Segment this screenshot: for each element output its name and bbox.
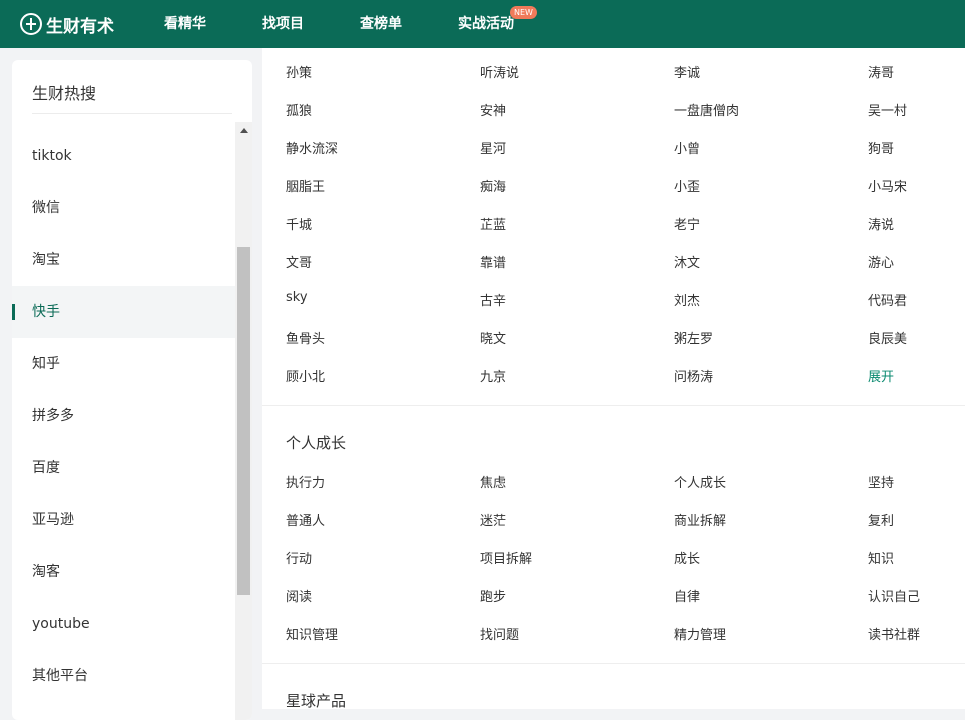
nav-item-featured[interactable]: 看精华: [164, 0, 206, 48]
person-tag[interactable]: 老宁: [674, 214, 700, 233]
growth-tag[interactable]: 项目拆解: [480, 548, 532, 567]
person-tag[interactable]: 游心: [868, 252, 894, 271]
nav-item-rankings[interactable]: 查榜单: [360, 0, 402, 48]
new-badge: NEW: [510, 6, 537, 19]
person-tag[interactable]: 代码君: [868, 290, 907, 309]
growth-tag[interactable]: 精力管理: [674, 624, 726, 643]
sidebar-item-zhihu[interactable]: 知乎: [12, 338, 235, 390]
growth-tag[interactable]: 坚持: [868, 472, 894, 491]
growth-tag[interactable]: 迷茫: [480, 510, 506, 529]
person-tag[interactable]: 星河: [480, 138, 506, 157]
growth-tag[interactable]: 普通人: [286, 510, 325, 529]
person-tag[interactable]: 问杨涛: [674, 366, 713, 385]
top-nav-bar: 生财有术 看精华 找项目 查榜单 实战活动 NEW: [0, 0, 965, 48]
section-divider: [262, 405, 965, 406]
growth-tag[interactable]: 行动: [286, 548, 312, 567]
scroll-up-arrow-icon[interactable]: [240, 128, 248, 133]
person-tag[interactable]: sky: [286, 290, 308, 305]
growth-tag[interactable]: 找问题: [480, 624, 519, 643]
person-tag[interactable]: 顾小北: [286, 366, 325, 385]
sidebar-item-wechat[interactable]: 微信: [12, 182, 235, 234]
hot-search-sidebar: 生财热搜 tiktok 微信 淘宝 快手 知乎 拼多多 百度 亚马逊 淘客 yo…: [12, 60, 252, 720]
growth-tag[interactable]: 商业拆解: [674, 510, 726, 529]
person-tag[interactable]: 千城: [286, 214, 312, 233]
person-tag[interactable]: 听涛说: [480, 62, 519, 81]
growth-tag[interactable]: 跑步: [480, 586, 506, 605]
growth-tag[interactable]: 焦虑: [480, 472, 506, 491]
expand-link[interactable]: 展开: [868, 366, 894, 385]
growth-tag[interactable]: 执行力: [286, 472, 325, 491]
nav-item-activities[interactable]: 实战活动: [458, 0, 514, 48]
person-tag[interactable]: 晓文: [480, 328, 506, 347]
sidebar-item-tiktok[interactable]: tiktok: [12, 130, 235, 182]
logo[interactable]: 生财有术: [20, 12, 114, 37]
person-tag[interactable]: 李诚: [674, 62, 700, 81]
person-tag[interactable]: 孤狼: [286, 100, 312, 119]
logo-text: 生财有术: [46, 16, 114, 37]
person-tag[interactable]: 静水流深: [286, 138, 338, 157]
person-tag[interactable]: 孙策: [286, 62, 312, 81]
growth-tag[interactable]: 复利: [868, 510, 894, 529]
person-tag[interactable]: 芷蓝: [480, 214, 506, 233]
sidebar-scrollbar[interactable]: [235, 122, 252, 720]
sidebar-item-kuaishou[interactable]: 快手: [12, 286, 235, 338]
person-tag[interactable]: 小歪: [674, 176, 700, 195]
growth-tag[interactable]: 阅读: [286, 586, 312, 605]
person-tag[interactable]: 涛哥: [868, 62, 894, 81]
sidebar-divider: [32, 113, 232, 114]
sidebar-list: tiktok 微信 淘宝 快手 知乎 拼多多 百度 亚马逊 淘客 youtube…: [12, 130, 235, 702]
logo-icon: [20, 13, 42, 35]
nav-item-projects[interactable]: 找项目: [262, 0, 304, 48]
growth-tag[interactable]: 个人成长: [674, 472, 726, 491]
section-title-growth: 个人成长: [286, 434, 347, 452]
growth-tag[interactable]: 读书社群: [868, 624, 920, 643]
person-tag[interactable]: 痴海: [480, 176, 506, 195]
growth-tag[interactable]: 成长: [674, 548, 700, 567]
person-tag[interactable]: 沐文: [674, 252, 700, 271]
person-tag[interactable]: 安神: [480, 100, 506, 119]
person-tag[interactable]: 刘杰: [674, 290, 700, 309]
growth-tag[interactable]: 知识管理: [286, 624, 338, 643]
person-tag[interactable]: 靠谱: [480, 252, 506, 271]
sidebar-title: 生财热搜: [32, 84, 97, 103]
growth-tag[interactable]: 认识自己: [868, 586, 920, 605]
person-tag[interactable]: 粥左罗: [674, 328, 713, 347]
growth-tag[interactable]: 自律: [674, 586, 700, 605]
person-tag[interactable]: 古辛: [480, 290, 506, 309]
growth-tag[interactable]: 知识: [868, 548, 894, 567]
person-tag[interactable]: 胭脂王: [286, 176, 325, 195]
section-divider: [262, 663, 965, 664]
person-tag[interactable]: 良辰美: [868, 328, 907, 347]
tag-content-panel: 个人成长 星球产品 孙策 听涛说 李诚 涛哥孤狼 安神 一盘唐僧肉 吴一村静水流深 星河 小曾 狗…: [262, 48, 965, 710]
scrollbar-thumb[interactable]: [237, 247, 250, 595]
person-tag[interactable]: 鱼骨头: [286, 328, 325, 347]
sidebar-item-youtube[interactable]: youtube: [12, 598, 235, 650]
person-tag[interactable]: 狗哥: [868, 138, 894, 157]
person-tag[interactable]: 文哥: [286, 252, 312, 271]
sidebar-item-taobao[interactable]: 淘宝: [12, 234, 235, 286]
person-tag[interactable]: 小曾: [674, 138, 700, 157]
person-tag[interactable]: 九京: [480, 366, 506, 385]
sidebar-item-baidu[interactable]: 百度: [12, 442, 235, 494]
sidebar-item-other[interactable]: 其他平台: [12, 650, 235, 702]
sidebar-item-taoke[interactable]: 淘客: [12, 546, 235, 598]
person-tag[interactable]: 吴一村: [868, 100, 907, 119]
person-tag[interactable]: 小马宋: [868, 176, 907, 195]
person-tag[interactable]: 涛说: [868, 214, 894, 233]
section-title-products: 星球产品: [286, 692, 347, 710]
sidebar-item-pinduoduo[interactable]: 拼多多: [12, 390, 235, 442]
sidebar-item-amazon[interactable]: 亚马逊: [12, 494, 235, 546]
person-tag[interactable]: 一盘唐僧肉: [674, 100, 739, 119]
